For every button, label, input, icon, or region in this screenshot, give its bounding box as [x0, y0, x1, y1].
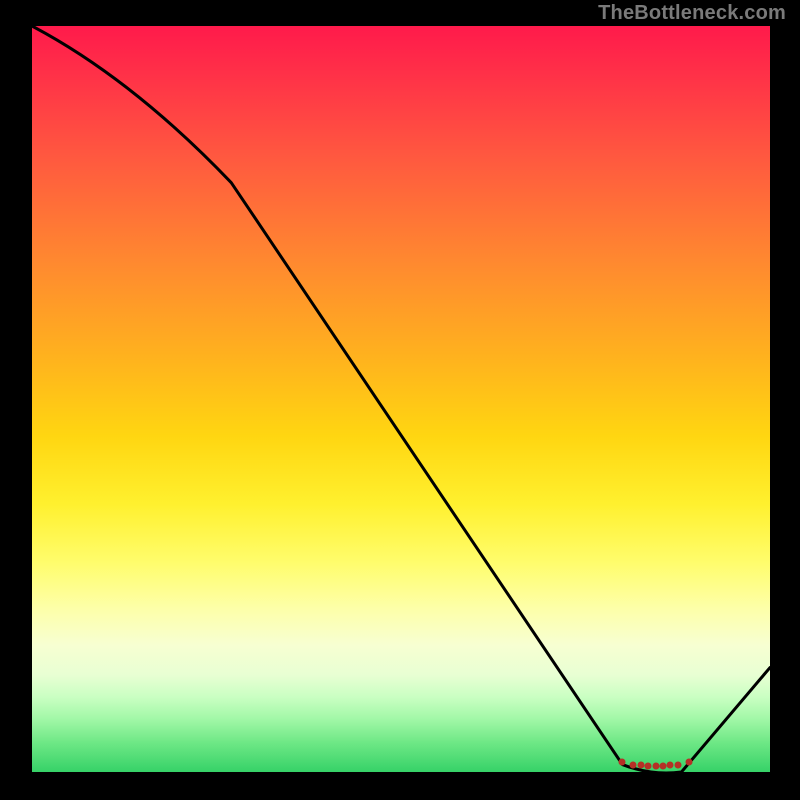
marker-dot [630, 761, 637, 768]
marker-dot [674, 761, 681, 768]
marker-dot [645, 763, 652, 770]
marker-dot [667, 762, 674, 769]
marker-dot [659, 763, 666, 770]
chart-frame: TheBottleneck.com [0, 0, 800, 800]
marker-dot [652, 763, 659, 770]
marker-dot [685, 758, 692, 765]
marker-dot [619, 758, 626, 765]
watermark-text: TheBottleneck.com [598, 2, 786, 25]
markers-layer [32, 26, 770, 772]
plot-area [32, 26, 770, 772]
marker-dot [637, 762, 644, 769]
